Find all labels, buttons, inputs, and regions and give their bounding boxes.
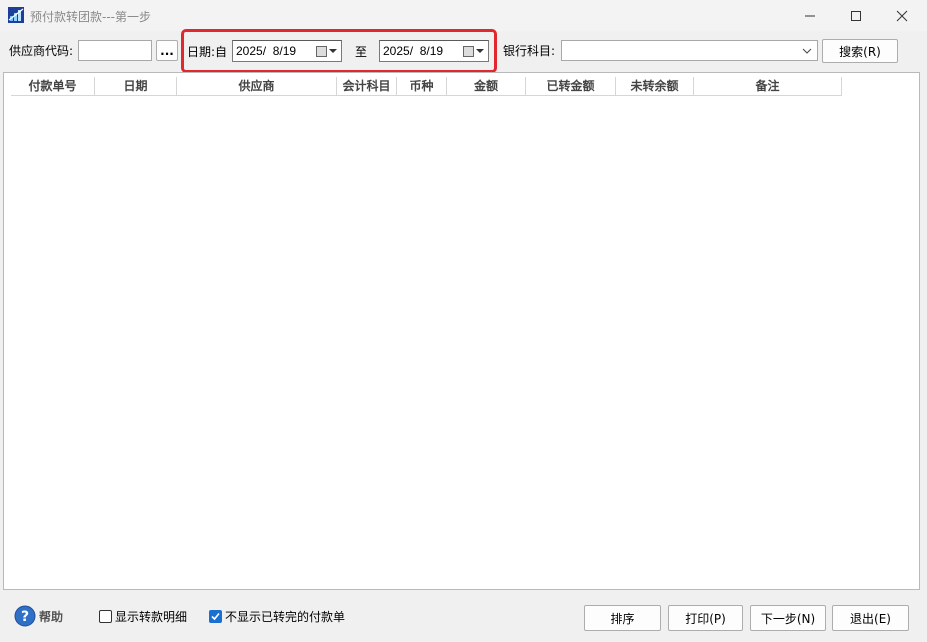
- supplier-browse-button[interactable]: ...: [156, 40, 178, 61]
- column-header[interactable]: 金额: [447, 77, 526, 96]
- calendar-icon: [316, 45, 327, 57]
- print-button[interactable]: 打印(P): [668, 605, 743, 631]
- column-header[interactable]: 已转金额: [526, 77, 616, 96]
- minimize-button[interactable]: [787, 0, 833, 31]
- chevron-down-icon: [329, 49, 337, 53]
- search-button[interactable]: 搜索(R): [822, 39, 898, 63]
- show-detail-checkbox[interactable]: 显示转款明细: [99, 608, 187, 625]
- sort-button[interactable]: 排序: [584, 605, 661, 631]
- hide-completed-checkbox[interactable]: 不显示已转完的付款单: [209, 608, 345, 625]
- supplier-code-label: 供应商代码:: [9, 44, 74, 58]
- checkbox-checked-icon: [209, 610, 222, 623]
- help-label: 帮助: [39, 609, 64, 624]
- hide-completed-label: 不显示已转完的付款单: [225, 610, 346, 624]
- column-header[interactable]: 未转余额: [616, 77, 694, 96]
- column-header[interactable]: 供应商: [177, 77, 337, 96]
- title-bar: 预付款转团款---第一步: [0, 0, 927, 31]
- date-from-value: 2025/ 8/19: [236, 44, 297, 58]
- calendar-icon: [463, 45, 474, 57]
- date-from-label: 日期:自: [187, 45, 228, 59]
- help-button[interactable]: ? 帮助: [14, 605, 63, 627]
- table-header: 付款单号 日期 供应商 会计科目 币种 金额 已转金额 未转余额 备注: [11, 77, 842, 96]
- bank-account-label: 银行科目:: [503, 44, 556, 58]
- date-to-value: 2025/ 8/19: [383, 44, 444, 58]
- date-from-picker[interactable]: 2025/ 8/19: [232, 40, 342, 62]
- close-button[interactable]: [879, 0, 925, 31]
- column-header[interactable]: 备注: [694, 77, 842, 96]
- payment-list-table[interactable]: [3, 72, 920, 590]
- window-title: 预付款转团款---第一步: [30, 10, 151, 24]
- maximize-icon: [851, 10, 861, 21]
- help-icon: ?: [14, 605, 36, 627]
- date-to-label: 至: [355, 45, 368, 59]
- column-header[interactable]: 币种: [397, 77, 447, 96]
- checkbox-unchecked-icon: [99, 610, 112, 623]
- column-header[interactable]: 日期: [95, 77, 177, 96]
- supplier-code-input[interactable]: [78, 40, 152, 61]
- chevron-down-icon: [476, 49, 484, 53]
- close-icon: [896, 10, 908, 21]
- minimize-icon: [805, 15, 815, 16]
- next-step-button[interactable]: 下一步(N): [750, 605, 826, 631]
- exit-button[interactable]: 退出(E): [832, 605, 909, 631]
- svg-text:?: ?: [21, 609, 29, 625]
- column-header[interactable]: 付款单号: [11, 77, 95, 96]
- bank-account-select[interactable]: [561, 40, 818, 61]
- chevron-down-icon: [802, 48, 812, 54]
- show-detail-label: 显示转款明细: [115, 610, 188, 624]
- date-to-picker[interactable]: 2025/ 8/19: [379, 40, 489, 62]
- app-chart-icon: [8, 7, 24, 23]
- column-header[interactable]: 会计科目: [337, 77, 397, 96]
- maximize-button[interactable]: [833, 0, 879, 31]
